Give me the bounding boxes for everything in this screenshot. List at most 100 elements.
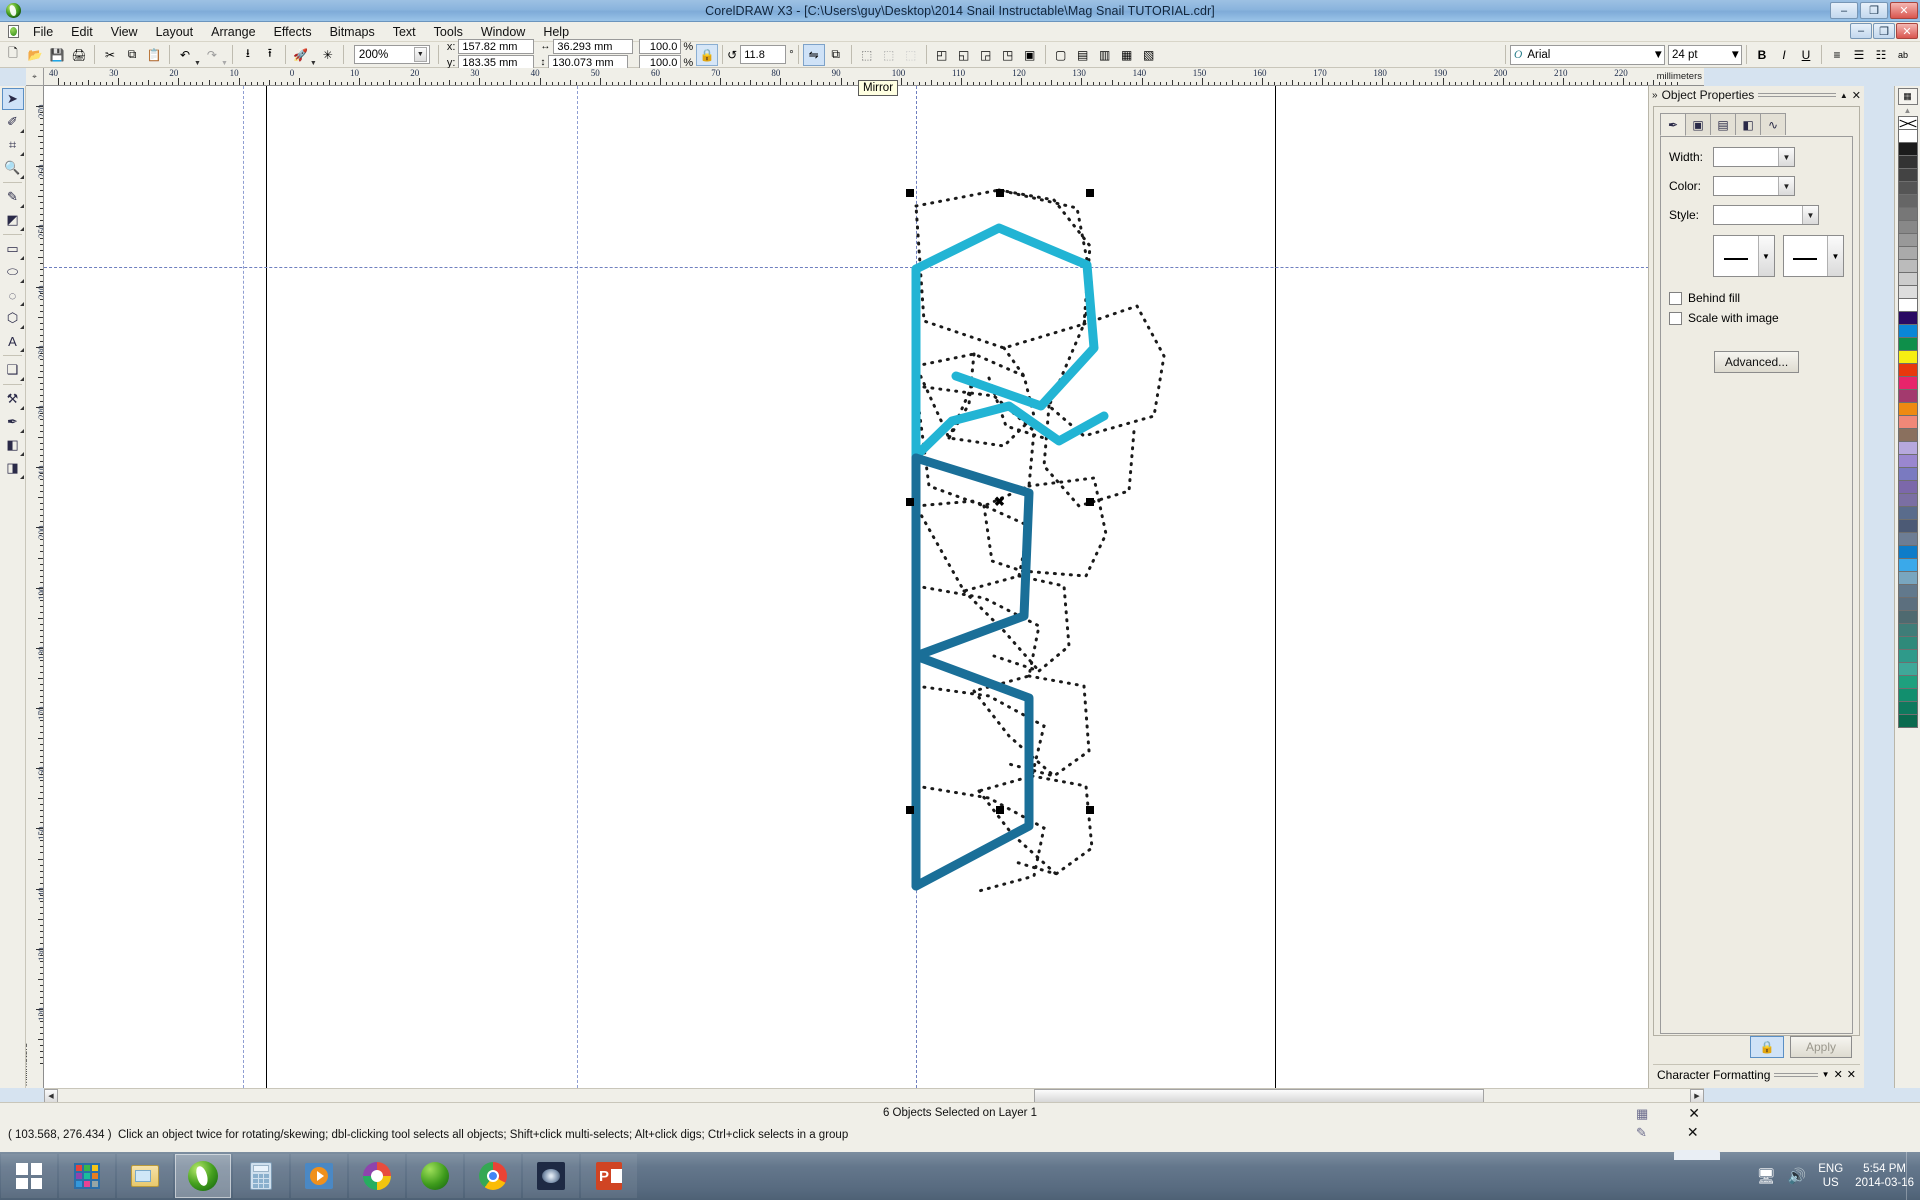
advanced-button[interactable]: Advanced... xyxy=(1713,351,1800,373)
outline-style-combo[interactable]: ▼ xyxy=(1713,205,1819,225)
docker-tab-curve[interactable]: ∿ xyxy=(1760,113,1786,135)
scale-horizontal-input[interactable]: 100.0 xyxy=(639,39,682,54)
color-swatch[interactable] xyxy=(1897,155,1918,169)
minimize-button[interactable]: – xyxy=(1830,2,1858,19)
x-position-input[interactable]: 157.82 mm xyxy=(458,39,535,54)
color-swatch[interactable] xyxy=(1897,571,1918,585)
network-icon[interactable]: 🖥 xyxy=(1757,1167,1776,1185)
flyout-arrow-icon[interactable] xyxy=(19,429,24,433)
color-swatch[interactable] xyxy=(1897,701,1918,715)
color-swatch[interactable] xyxy=(1897,129,1918,143)
menu-view[interactable]: View xyxy=(102,22,147,42)
open-icon[interactable]: 📂 xyxy=(24,44,46,66)
application-launcher-icon[interactable]: 🚀 xyxy=(290,44,312,66)
behind-fill-checkbox[interactable] xyxy=(1669,291,1682,305)
selection-handle-bc[interactable] xyxy=(996,806,1004,814)
color-swatch[interactable] xyxy=(1897,168,1918,182)
scroll-right-button[interactable]: ▶ xyxy=(1690,1089,1704,1103)
color-swatch[interactable] xyxy=(1897,519,1918,533)
taskbar-coreldraw-icon[interactable] xyxy=(175,1154,231,1198)
character-formatting-close-icon[interactable]: ✕ xyxy=(1834,1068,1843,1081)
color-swatch[interactable] xyxy=(1897,207,1918,221)
selection-handle-bl[interactable] xyxy=(906,806,914,814)
italic-icon[interactable]: I xyxy=(1773,44,1795,66)
vertical-ruler[interactable]: millimeters 2702602502402302202102001901… xyxy=(26,86,44,1088)
pick-tool[interactable]: ➤ xyxy=(1,88,24,110)
chevron-down-icon[interactable]: ▼ xyxy=(1730,49,1741,61)
document-minimize-button[interactable]: – xyxy=(1850,23,1872,39)
mirror-horizontal-icon[interactable]: ⇋ xyxy=(802,43,825,66)
color-swatch[interactable] xyxy=(1897,246,1918,260)
taskbar-file-explorer-icon[interactable] xyxy=(117,1154,173,1198)
color-swatch[interactable] xyxy=(1897,558,1918,572)
taskbar-media-player-icon[interactable] xyxy=(291,1154,347,1198)
drawing-canvas[interactable]: ✖ xyxy=(44,86,1704,1088)
outline-tool[interactable]: ✒ xyxy=(2,411,24,433)
flyout-arrow-icon[interactable] xyxy=(19,279,24,283)
start-button[interactable] xyxy=(1,1154,57,1198)
wrap-text-icon[interactable]: ▧ xyxy=(1138,44,1160,66)
intersect-icon[interactable]: ▥ xyxy=(1094,44,1116,66)
bullet-list-icon[interactable]: ☰ xyxy=(1848,44,1870,66)
bold-icon[interactable]: B xyxy=(1751,44,1773,66)
palette-options-icon[interactable]: ▦ xyxy=(1897,88,1918,105)
ruler-origin-icon[interactable]: ⌖ xyxy=(26,68,44,86)
zoom-level-combo[interactable]: 200% ▼ xyxy=(353,45,430,64)
menu-bitmaps[interactable]: Bitmaps xyxy=(321,22,384,42)
no-color-swatch[interactable] xyxy=(1897,116,1918,130)
color-swatch[interactable] xyxy=(1897,363,1918,377)
app-icon[interactable] xyxy=(3,2,23,20)
ungroup-icon[interactable]: ▣ xyxy=(1019,44,1041,66)
color-swatch[interactable] xyxy=(1897,428,1918,442)
color-swatch[interactable] xyxy=(1897,480,1918,494)
menu-edit[interactable]: Edit xyxy=(62,22,102,42)
flyout-arrow-icon[interactable] xyxy=(19,152,24,156)
color-swatch[interactable] xyxy=(1897,285,1918,299)
flyout-arrow-icon[interactable] xyxy=(19,452,24,456)
chevron-down-icon[interactable]: ▼ xyxy=(1827,236,1843,276)
character-formatting-dropdown-icon[interactable]: ▼ xyxy=(1822,1070,1830,1079)
fill-swatch-icon[interactable]: ▦ xyxy=(1636,1106,1648,1122)
color-swatch[interactable] xyxy=(1897,350,1918,364)
color-swatch[interactable] xyxy=(1897,298,1918,312)
color-swatch[interactable] xyxy=(1897,675,1918,689)
selection-handle-ml[interactable] xyxy=(906,498,914,506)
show-desktop-button[interactable] xyxy=(1906,1152,1914,1200)
character-formatting-docker-tab[interactable]: Character Formatting ▼ ✕ ✕ xyxy=(1653,1064,1860,1084)
menu-layout[interactable]: Layout xyxy=(147,22,203,42)
character-format-icon[interactable]: ab xyxy=(1892,44,1914,66)
zoom-tool[interactable]: 🔍 xyxy=(2,157,24,179)
copy-icon[interactable]: ⧉ xyxy=(121,44,143,66)
flyout-arrow-icon[interactable] xyxy=(19,406,24,410)
close-button[interactable]: ✕ xyxy=(1890,2,1918,19)
flyout-arrow-icon[interactable] xyxy=(19,256,24,260)
behind-fill-checkbox-row[interactable]: Behind fill xyxy=(1669,291,1844,305)
color-swatch[interactable] xyxy=(1897,441,1918,455)
fill-tool[interactable]: ◧ xyxy=(2,434,24,456)
color-swatch[interactable] xyxy=(1897,506,1918,520)
flyout-arrow-icon[interactable] xyxy=(19,129,24,133)
start-arrow-picker[interactable]: ▼ xyxy=(1713,235,1775,277)
close-docker-icon[interactable]: ✕ xyxy=(1852,89,1861,102)
document-restore-button[interactable]: ❐ xyxy=(1873,23,1895,39)
flyout-arrow-icon[interactable] xyxy=(19,475,24,479)
rectangle-tool[interactable]: ▭ xyxy=(2,238,24,260)
palette-scroll-up-icon[interactable]: ▲ xyxy=(1898,105,1918,116)
object-width-input[interactable]: 36.293 mm xyxy=(553,39,634,54)
crop-tool[interactable]: ⌗ xyxy=(2,134,24,156)
volume-icon[interactable]: 🔊 xyxy=(1788,1167,1807,1185)
color-swatch[interactable] xyxy=(1897,415,1918,429)
simplify-icon[interactable]: ▦ xyxy=(1116,44,1138,66)
color-swatch[interactable] xyxy=(1897,467,1918,481)
chevron-down-icon[interactable]: ▼ xyxy=(1778,177,1794,195)
color-swatch[interactable] xyxy=(1897,194,1918,208)
spiral-polygon-tool[interactable]: ◌ xyxy=(2,284,24,306)
trim-icon[interactable]: ▤ xyxy=(1072,44,1094,66)
snail-shell-drawing[interactable] xyxy=(44,86,1374,1086)
outline-color-combo[interactable]: ▼ xyxy=(1713,176,1795,196)
align-left-icon[interactable]: ◰ xyxy=(931,44,953,66)
paste-icon[interactable]: 📋 xyxy=(143,44,165,66)
color-swatch[interactable] xyxy=(1897,662,1918,676)
group-icon[interactable]: ◳ xyxy=(997,44,1019,66)
weld-icon[interactable]: ▢ xyxy=(1050,44,1072,66)
